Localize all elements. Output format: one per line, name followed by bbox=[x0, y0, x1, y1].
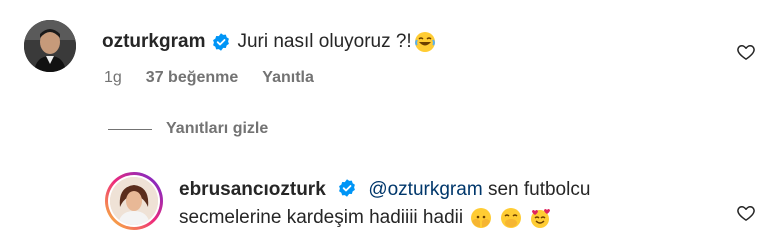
avatar bbox=[110, 177, 158, 225]
peeking-face-emoji-icon bbox=[470, 207, 492, 229]
heart-icon[interactable] bbox=[736, 42, 756, 62]
laughing-emoji-icon bbox=[414, 31, 436, 53]
heart-icon[interactable] bbox=[736, 203, 756, 223]
avatar[interactable] bbox=[24, 20, 76, 72]
divider bbox=[108, 128, 152, 130]
comment-text: Juri nasıl oluyoruz ?! bbox=[237, 31, 412, 52]
verified-badge-icon bbox=[339, 179, 355, 197]
reply-username[interactable]: ebrusancıozturk bbox=[179, 179, 326, 200]
hide-replies-toggle[interactable]: Yanıtları gizle bbox=[108, 120, 268, 138]
hand-over-mouth-emoji-icon bbox=[500, 207, 522, 229]
verified-badge-icon bbox=[213, 33, 230, 51]
avatar-story-ring[interactable] bbox=[105, 172, 163, 230]
smiling-face-with-hearts-emoji-icon bbox=[529, 207, 551, 229]
reply-body: ebrusancıozturk @ozturkgram sen futbolcu… bbox=[179, 176, 739, 232]
like-count[interactable]: 37 beğenme bbox=[146, 69, 238, 87]
profile-photo bbox=[24, 20, 76, 72]
hide-replies-label: Yanıtları gizle bbox=[166, 120, 269, 137]
reply-text-line1: sen futbolcu bbox=[487, 179, 591, 200]
reply-button[interactable]: Yanıtla bbox=[262, 69, 314, 87]
comment-timestamp[interactable]: 1g bbox=[104, 69, 122, 87]
mention-link[interactable]: @ozturkgram bbox=[368, 179, 482, 200]
comment-username[interactable]: ozturkgram bbox=[102, 30, 205, 54]
reply-comment: ebrusancıozturk @ozturkgram sen futbolcu… bbox=[105, 168, 770, 248]
comment-meta: 1g 37 beğenme Yanıtla bbox=[104, 69, 314, 87]
comment: ozturkgram Juri nasıl oluyoruz ?! 1g 37 … bbox=[24, 14, 770, 124]
reply-text-line2: secmelerine kardeşim hadiiii hadii bbox=[179, 207, 464, 228]
